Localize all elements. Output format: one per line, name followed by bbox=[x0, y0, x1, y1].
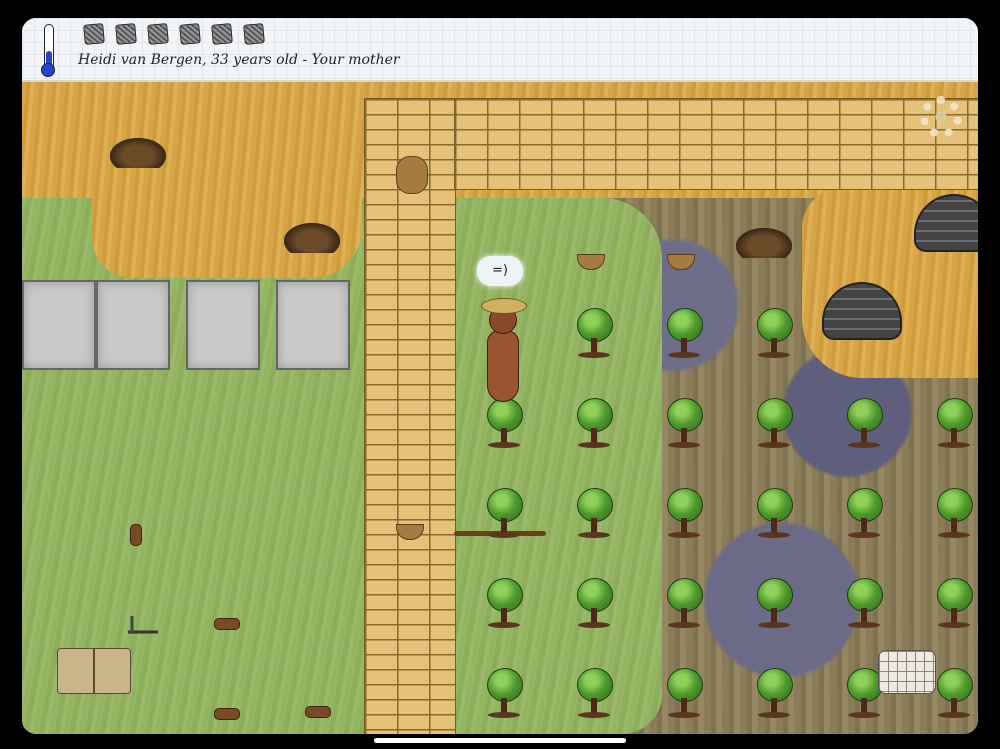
gooseberry-bush[interactable] bbox=[574, 308, 614, 360]
character-status-text: Heidi van Bergen, 33 years old - Your mo… bbox=[78, 52, 400, 68]
gooseberry-bush[interactable] bbox=[664, 578, 704, 630]
kindling[interactable] bbox=[214, 618, 240, 630]
gooseberry-bush[interactable] bbox=[754, 668, 794, 720]
speech-bubble: =) bbox=[477, 256, 523, 286]
kindling[interactable] bbox=[305, 706, 331, 718]
book-icon[interactable] bbox=[57, 648, 131, 694]
gooseberry-bush[interactable] bbox=[574, 398, 614, 450]
rope-coil[interactable] bbox=[396, 156, 428, 194]
stake[interactable] bbox=[130, 524, 142, 546]
food-pip bbox=[115, 23, 137, 45]
game-viewport[interactable]: =) Heidi van Bergen, 33 years old - Your… bbox=[22, 18, 978, 734]
thermometer-icon bbox=[41, 24, 55, 77]
gooseberry-bush[interactable] bbox=[934, 578, 974, 630]
food-pip bbox=[243, 23, 265, 45]
gooseberry-bush[interactable] bbox=[844, 578, 884, 630]
gooseberry-bush[interactable] bbox=[754, 398, 794, 450]
stone-road-tile bbox=[22, 280, 96, 370]
gopher-hole[interactable] bbox=[284, 223, 340, 253]
gooseberry-bush[interactable] bbox=[574, 488, 614, 540]
gooseberry-bush[interactable] bbox=[934, 488, 974, 540]
gooseberry-bush[interactable] bbox=[664, 308, 704, 360]
stone-road-tile bbox=[186, 280, 260, 370]
food-pip bbox=[211, 23, 233, 45]
kindling[interactable] bbox=[214, 708, 240, 720]
gooseberry-bush[interactable] bbox=[664, 398, 704, 450]
gooseberry-bush[interactable] bbox=[484, 668, 524, 720]
gooseberry-bush[interactable] bbox=[754, 488, 794, 540]
player-character[interactable] bbox=[481, 298, 527, 402]
gooseberry-bush[interactable] bbox=[574, 668, 614, 720]
gooseberry-bush[interactable] bbox=[934, 668, 974, 720]
gooseberry-bush[interactable] bbox=[664, 488, 704, 540]
stone-road-tile bbox=[276, 280, 350, 370]
adobe-wall-horizontal bbox=[454, 98, 978, 190]
gear-icon[interactable] bbox=[920, 96, 962, 138]
gooseberry-bush[interactable] bbox=[934, 398, 974, 450]
food-pip bbox=[83, 23, 105, 45]
status-bar: Heidi van Bergen, 33 years old - Your mo… bbox=[22, 18, 978, 82]
keyboard-icon[interactable] bbox=[878, 650, 936, 694]
gooseberry-bush[interactable] bbox=[754, 578, 794, 630]
stone-road-tile bbox=[96, 280, 170, 370]
shovel[interactable] bbox=[126, 614, 160, 638]
home-indicator[interactable] bbox=[374, 738, 626, 743]
gooseberry-bush[interactable] bbox=[844, 488, 884, 540]
gooseberry-bush[interactable] bbox=[664, 668, 704, 720]
gooseberry-bush[interactable] bbox=[574, 578, 614, 630]
gooseberry-bush[interactable] bbox=[754, 308, 794, 360]
food-pip bbox=[147, 23, 169, 45]
food-pip bbox=[179, 23, 201, 45]
gopher-hole[interactable] bbox=[736, 228, 792, 258]
gooseberry-bush[interactable] bbox=[484, 398, 524, 450]
gooseberry-bush[interactable] bbox=[844, 398, 884, 450]
gooseberry-bush[interactable] bbox=[484, 488, 524, 540]
gopher-hole[interactable] bbox=[110, 138, 166, 168]
gooseberry-bush[interactable] bbox=[484, 578, 524, 630]
